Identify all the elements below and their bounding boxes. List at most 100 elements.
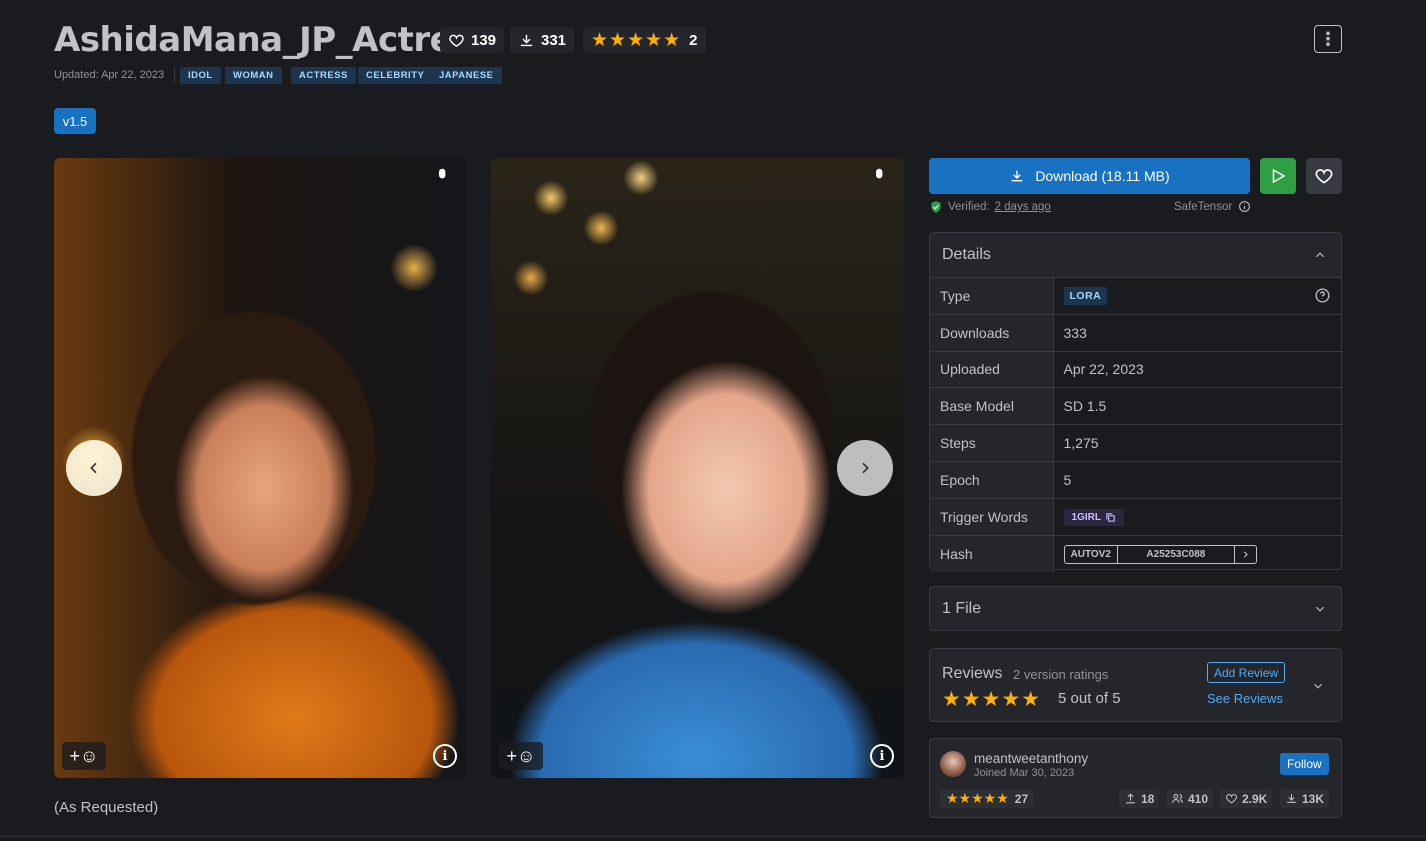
table-row: Type LORA <box>930 277 1341 315</box>
chevron-right-icon <box>1243 551 1248 558</box>
info-icon[interactable]: i <box>433 744 457 768</box>
avatar[interactable] <box>940 751 966 777</box>
carousel-next-button[interactable] <box>837 440 893 496</box>
row-value: 1,275 <box>1053 424 1341 462</box>
see-reviews-link[interactable]: See Reviews <box>1207 691 1283 706</box>
details-header[interactable]: Details <box>930 233 1341 277</box>
play-icon <box>1272 168 1286 184</box>
favorite-button[interactable] <box>1306 158 1342 194</box>
creator-card: meantweetanthony Joined Mar 30, 2023 Fol… <box>929 738 1342 818</box>
hash-next-button[interactable] <box>1235 546 1256 563</box>
more-options-button[interactable]: ⋮ <box>1314 25 1342 53</box>
heart-icon <box>1315 169 1333 184</box>
row-key: Hash <box>930 534 1054 572</box>
table-row: Epoch 5 <box>930 460 1341 499</box>
reviews-title: Reviews <box>942 665 1003 682</box>
row-key: Trigger Words <box>930 497 1054 536</box>
page-title: AshidaMana_JP_Actress <box>54 20 492 60</box>
divider <box>174 67 175 83</box>
details-title: Details <box>942 246 991 263</box>
tag-woman[interactable]: WOMAN <box>225 67 282 84</box>
row-value: Apr 22, 2023 <box>1053 350 1341 388</box>
row-key: Base Model <box>930 387 1054 425</box>
tag-japanese[interactable]: JAPANESE <box>431 67 502 84</box>
add-reaction-button[interactable]: +☺ <box>62 742 106 770</box>
rating-count: 2 <box>689 31 698 49</box>
version-badge[interactable]: v1.5 <box>54 108 96 134</box>
download-icon <box>1011 170 1023 182</box>
safetensor-label: SafeTensor <box>1174 200 1251 213</box>
creator-followers-stat: 410 <box>1166 789 1214 808</box>
add-reaction-button[interactable]: +☺ <box>499 742 543 770</box>
details-panel: Details Type LORA Downloads 333 Uploaded… <box>929 232 1342 572</box>
likes-count: 139 <box>471 31 497 49</box>
rating-stat[interactable]: ★★★★★ 2 <box>583 27 706 53</box>
image-menu-icon[interactable]: ••• <box>430 168 455 173</box>
creator-downloads-stat: 13K <box>1280 789 1330 808</box>
details-table: Type LORA Downloads 333 Uploaded Apr 22,… <box>930 277 1341 572</box>
row-key: Type <box>930 277 1054 315</box>
type-badge: LORA <box>1063 286 1108 305</box>
rating-stars: ★★★★★ <box>591 29 682 51</box>
add-review-button[interactable]: Add Review <box>1207 662 1286 683</box>
row-key: Uploaded <box>930 350 1054 388</box>
safetensor-text: SafeTensor <box>1174 200 1233 213</box>
heart-icon <box>449 34 464 47</box>
reviews-panel: Reviews 2 version ratings ★★★★★ 5 out of… <box>929 648 1342 722</box>
tag-actress[interactable]: ACTRESS <box>291 67 356 84</box>
row-value: 333 <box>1053 313 1341 352</box>
info-icon[interactable]: i <box>870 744 894 768</box>
creator-joined: Joined Mar 30, 2023 <box>974 767 1075 779</box>
hash-box[interactable]: AUTOV2 A25253C088 <box>1063 544 1257 564</box>
table-row: Uploaded Apr 22, 2023 <box>930 350 1341 388</box>
run-button[interactable] <box>1260 158 1296 194</box>
info-circle-icon[interactable] <box>1238 200 1251 213</box>
row-value: 1GIRL <box>1053 497 1341 536</box>
carousel-prev-button[interactable] <box>66 440 122 496</box>
verified-status: Verified: 2 days ago <box>929 200 1051 214</box>
creator-name[interactable]: meantweetanthony <box>974 751 1088 766</box>
trigger-word-badge[interactable]: 1GIRL <box>1063 509 1124 527</box>
creator-likes: 2.9K <box>1242 791 1268 806</box>
users-icon <box>1172 793 1183 803</box>
files-label: 1 File <box>942 599 982 617</box>
follow-button[interactable]: Follow <box>1280 753 1329 775</box>
download-icon <box>520 34 533 46</box>
chevron-up-icon <box>1316 252 1324 258</box>
row-value: LORA <box>1053 277 1341 315</box>
image-menu-icon[interactable]: ••• <box>867 168 892 173</box>
creator-downloads: 13K <box>1302 791 1325 806</box>
shield-check-icon <box>931 201 941 213</box>
chevron-down-icon[interactable] <box>1311 679 1325 693</box>
downloads-stat: 331 <box>510 27 575 53</box>
reviews-stars: ★★★★★ <box>942 688 1042 711</box>
table-row: Hash AUTOV2 A25253C088 <box>930 534 1341 572</box>
help-icon[interactable] <box>1314 287 1331 304</box>
reviews-subtitle: 2 version ratings <box>1013 667 1109 682</box>
reviews-score: 5 out of 5 <box>1058 690 1121 707</box>
verified-time-link[interactable]: 2 days ago <box>995 201 1051 213</box>
downloads-count: 331 <box>541 31 567 49</box>
copy-icon[interactable] <box>1105 512 1116 523</box>
files-panel[interactable]: 1 File <box>929 586 1342 631</box>
tag-celebrity[interactable]: CELEBRITY <box>358 67 433 84</box>
row-key: Downloads <box>930 313 1054 352</box>
download-button[interactable]: Download (18.11 MB) <box>929 158 1250 194</box>
chevron-down-icon <box>1316 606 1324 612</box>
creator-uploads: 18 <box>1141 791 1155 806</box>
divider <box>0 836 1426 837</box>
row-value: 5 <box>1053 460 1341 499</box>
table-row: Steps 1,275 <box>930 424 1341 462</box>
creator-rating-stars: ★★★★★ <box>946 790 1009 806</box>
download-icon <box>1287 794 1296 803</box>
table-row: Downloads 333 <box>930 313 1341 352</box>
likes-stat: 139 <box>440 27 505 53</box>
creator-likes-stat: 2.9K <box>1220 789 1273 808</box>
tag-idol[interactable]: IDOL <box>180 67 221 84</box>
updated-date: Updated: Apr 22, 2023 <box>54 69 165 81</box>
hash-value[interactable]: A25253C088 <box>1116 545 1235 563</box>
table-row: Base Model SD 1.5 <box>930 387 1341 425</box>
creator-rating: ★★★★★ 27 <box>940 789 1035 808</box>
image-caption: (As Requested) <box>54 799 159 816</box>
hash-type[interactable]: AUTOV2 <box>1065 546 1117 563</box>
